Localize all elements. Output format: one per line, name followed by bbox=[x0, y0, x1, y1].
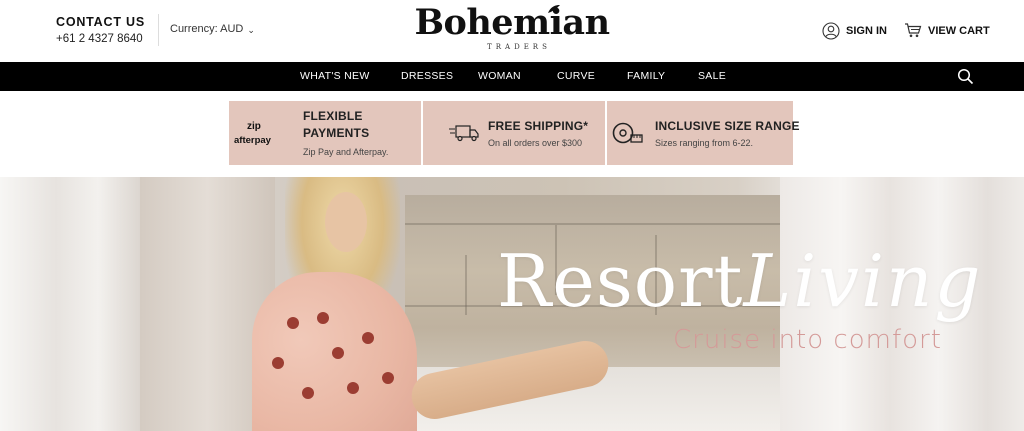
promo-title: FLEXIBLE PAYMENTS bbox=[303, 109, 370, 140]
afterpay-logo-text: afterpay bbox=[234, 135, 271, 146]
nav-item-dresses[interactable]: DRESSES bbox=[401, 70, 453, 82]
hero-title: ResortLiving bbox=[497, 241, 982, 321]
logo-wordmark: Bohemian bbox=[414, 2, 610, 43]
promo-title: INCLUSIVE SIZE RANGE bbox=[655, 119, 800, 133]
promo-title: FREE SHIPPING* bbox=[488, 119, 589, 133]
delivery-truck-icon bbox=[449, 125, 479, 142]
currency-label: Currency: AUD bbox=[170, 23, 244, 35]
nav-item-woman[interactable]: WOMAN bbox=[478, 70, 521, 82]
hero-title-main: Resort bbox=[497, 239, 744, 323]
promo-free-shipping[interactable]: FREE SHIPPING* On all orders over $300 bbox=[423, 101, 605, 165]
promo-inclusive-size[interactable]: INCLUSIVE SIZE RANGE Sizes ranging from … bbox=[607, 101, 799, 165]
currency-selector[interactable]: Currency: AUD ⌄ bbox=[170, 23, 255, 35]
hero-banner[interactable]: ResortLiving Cruise into comfort bbox=[0, 177, 1024, 431]
promo-subtitle: On all orders over $300 bbox=[488, 138, 583, 148]
contact-title[interactable]: CONTACT US bbox=[56, 15, 145, 29]
nav-item-whats-new[interactable]: WHAT'S NEW bbox=[300, 70, 370, 82]
contact-phone[interactable]: +61 2 4327 8640 bbox=[56, 33, 145, 45]
hero-curtain-left bbox=[0, 177, 140, 431]
view-cart-label: VIEW CART bbox=[928, 24, 990, 37]
logo-subtitle: TRADERS bbox=[487, 43, 551, 51]
site-header: CONTACT US +61 2 4327 8640 Currency: AUD… bbox=[0, 0, 1024, 62]
promo-subtitle: Zip Pay and Afterpay. bbox=[303, 147, 389, 157]
measuring-tape-icon bbox=[612, 122, 643, 144]
sign-in-link[interactable]: SIGN IN bbox=[822, 22, 887, 40]
sign-in-label: SIGN IN bbox=[846, 25, 887, 37]
search-icon[interactable] bbox=[957, 68, 974, 85]
nav-item-curve[interactable]: CURVE bbox=[557, 70, 595, 82]
promo-subtitle: Sizes ranging from 6-22. bbox=[655, 138, 754, 148]
user-icon bbox=[822, 22, 840, 40]
hero-subtitle: Cruise into comfort bbox=[673, 325, 942, 355]
view-cart-link[interactable]: VIEW CART bbox=[904, 23, 990, 38]
contact-block[interactable]: CONTACT US +61 2 4327 8640 bbox=[56, 15, 145, 45]
hero-title-script: Living bbox=[743, 239, 983, 323]
nav-item-family[interactable]: FAMILY bbox=[627, 70, 665, 82]
zip-logo-text: zip bbox=[247, 121, 261, 132]
nav-item-sale[interactable]: SALE bbox=[698, 70, 726, 82]
main-nav: WHAT'S NEW DRESSES WOMAN CURVE FAMILY SA… bbox=[0, 62, 1024, 91]
zip-afterpay-logo: zip afterpay bbox=[234, 121, 294, 146]
header-divider bbox=[158, 14, 159, 46]
hero-model-face bbox=[325, 192, 367, 252]
cart-icon bbox=[905, 23, 922, 38]
chevron-down-icon: ⌄ bbox=[247, 24, 255, 35]
promo-flexible-payments[interactable]: zip afterpay FLEXIBLE PAYMENTS Zip Pay a… bbox=[229, 101, 421, 165]
leaf-icon bbox=[548, 5, 560, 13]
site-logo[interactable]: Bohemian TRADERS bbox=[414, 2, 610, 52]
hero-model-dress bbox=[252, 272, 417, 431]
